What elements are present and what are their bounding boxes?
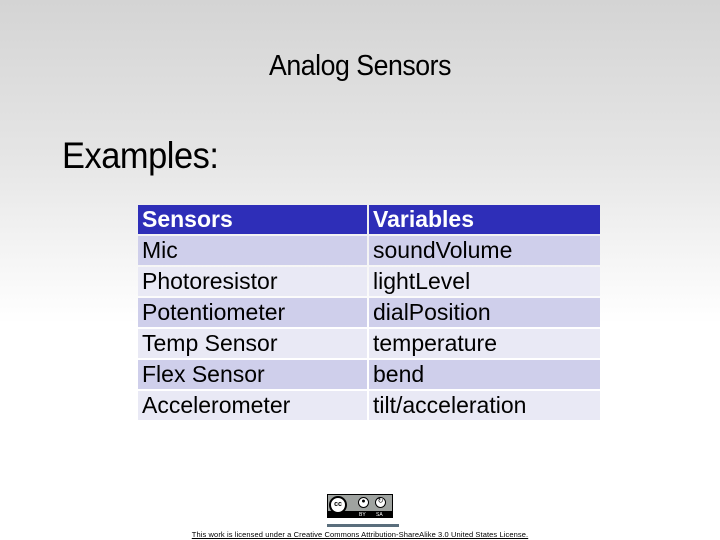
sa-label: SA: [376, 512, 383, 518]
license-link[interactable]: This work is licensed under a Creative C…: [0, 530, 720, 539]
sensor-cell: Photoresistor: [138, 267, 367, 296]
by-label: BY: [359, 512, 366, 518]
cc-icon: cc: [329, 496, 347, 514]
license-footer: cc ● ↻ BY SA This work is licensed under…: [0, 494, 720, 539]
header-sensors: Sensors: [138, 205, 367, 234]
share-alike-icon: ↻: [375, 497, 386, 508]
sensor-cell: Potentiometer: [138, 298, 367, 327]
table-row: Temp Sensor temperature: [138, 329, 600, 358]
sensor-variable-table: Sensors Variables Mic soundVolume Photor…: [136, 203, 602, 422]
badge-underline: [327, 524, 399, 527]
variable-cell: soundVolume: [369, 236, 600, 265]
table-row: Potentiometer dialPosition: [138, 298, 600, 327]
header-variables: Variables: [369, 205, 600, 234]
table-row: Flex Sensor bend: [138, 360, 600, 389]
sensor-cell: Mic: [138, 236, 367, 265]
attribution-icon: ●: [358, 497, 369, 508]
sensor-cell: Flex Sensor: [138, 360, 367, 389]
table-row: Mic soundVolume: [138, 236, 600, 265]
variable-cell: bend: [369, 360, 600, 389]
table-row: Accelerometer tilt/acceleration: [138, 391, 600, 420]
variable-cell: tilt/acceleration: [369, 391, 600, 420]
sensor-cell: Temp Sensor: [138, 329, 367, 358]
slide-title: Analog Sensors: [269, 50, 451, 82]
variable-cell: temperature: [369, 329, 600, 358]
creative-commons-badge-icon[interactable]: cc ● ↻ BY SA: [327, 494, 393, 518]
variable-cell: lightLevel: [369, 267, 600, 296]
variable-cell: dialPosition: [369, 298, 600, 327]
sensor-cell: Accelerometer: [138, 391, 367, 420]
table-header-row: Sensors Variables: [138, 205, 600, 234]
table-row: Photoresistor lightLevel: [138, 267, 600, 296]
slide-subtitle: Examples:: [62, 135, 219, 176]
